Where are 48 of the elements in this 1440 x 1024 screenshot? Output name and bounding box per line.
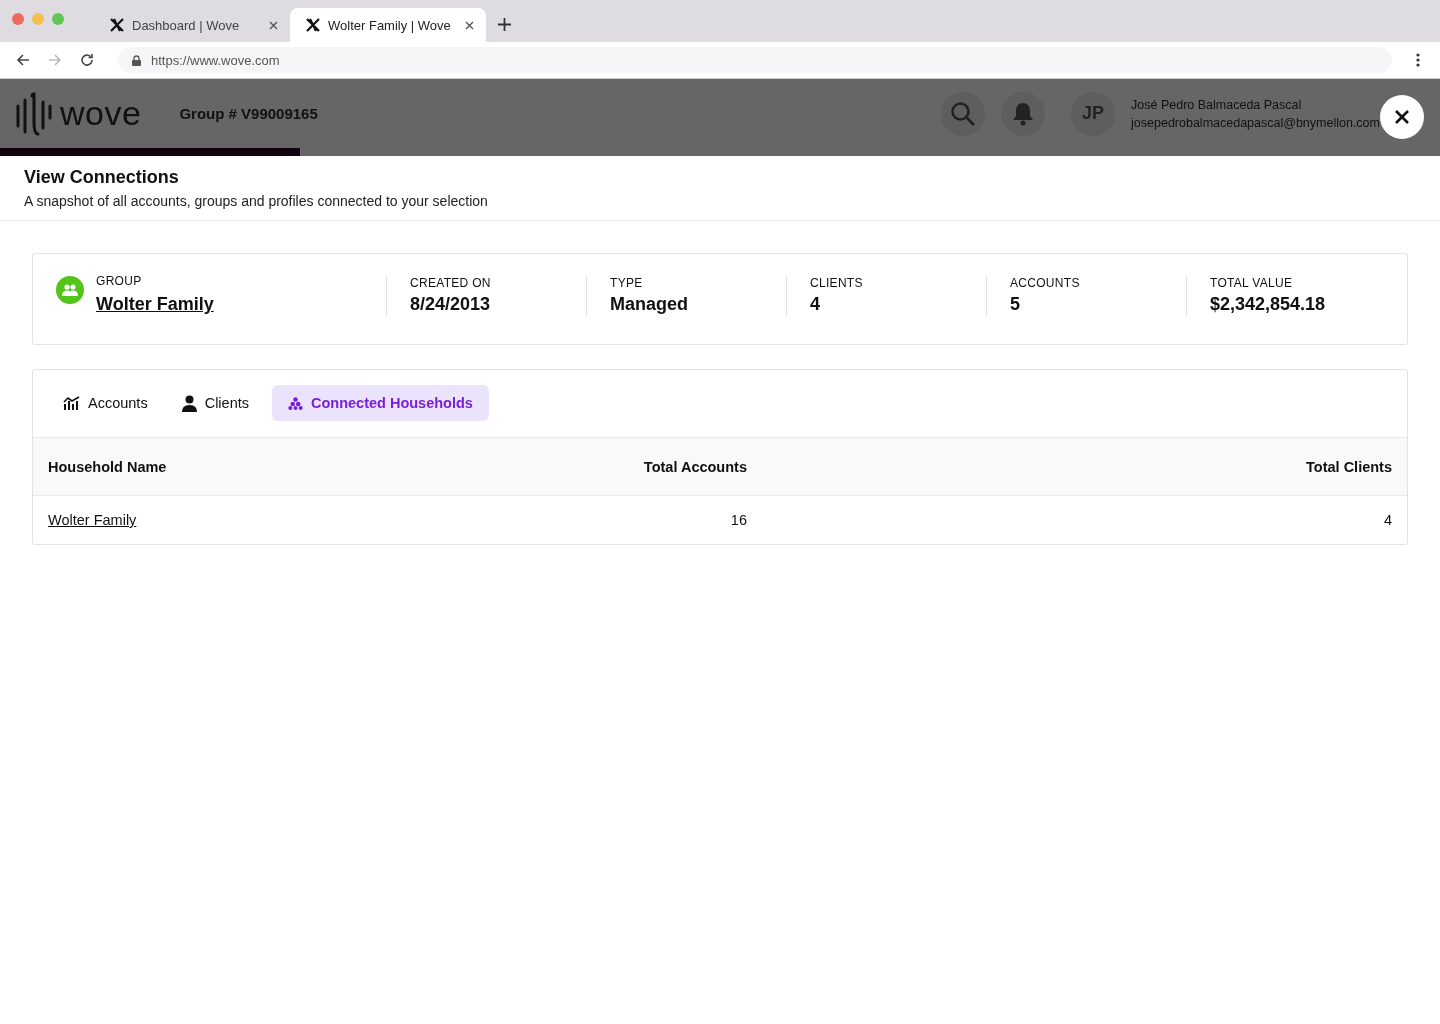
group-number: Group # V99009165 xyxy=(179,105,319,122)
tab[interactable]: Connected Households xyxy=(272,385,489,421)
table-cell: 16 xyxy=(271,495,1221,544)
user-email: josepedrobalmacedapascal@bnymellon.com xyxy=(1131,114,1380,132)
close-button[interactable] xyxy=(1380,95,1424,139)
lock-icon xyxy=(132,54,141,66)
more-options-icon[interactable] xyxy=(1416,53,1420,67)
bell-icon xyxy=(1012,101,1035,126)
column-header[interactable]: Total Clients xyxy=(1221,437,1407,496)
site-logo-icon xyxy=(110,18,124,32)
group-name-link[interactable]: Wolter Family xyxy=(96,294,214,315)
tab[interactable]: Accounts xyxy=(52,385,159,421)
modal-title: View Connections xyxy=(24,166,180,188)
stat-label: TOTAL VALUE xyxy=(1210,276,1294,290)
cluster-icon xyxy=(288,396,303,410)
stat-value: 8/24/2013 xyxy=(410,294,492,315)
stat-label: CLIENTS xyxy=(810,276,864,290)
stat-label: GROUP xyxy=(96,274,143,288)
close-icon[interactable] xyxy=(465,20,474,30)
tab[interactable]: Clients xyxy=(170,385,260,421)
stat-value: 5 xyxy=(1010,294,1021,315)
people-icon xyxy=(62,284,78,296)
logo-wave-icon xyxy=(16,91,52,136)
search-icon xyxy=(950,100,977,127)
stat-label: TYPE xyxy=(610,276,644,290)
reload-icon[interactable] xyxy=(80,53,94,67)
logo-text: wove xyxy=(60,94,142,133)
stat-label: ACCOUNTS xyxy=(1010,276,1081,290)
column-header[interactable]: Household Name xyxy=(33,437,272,496)
site-logo-icon xyxy=(306,18,320,32)
address-bar[interactable]: https://www.wove.com xyxy=(118,47,1392,73)
stat-value: 4 xyxy=(810,294,821,315)
browser-tab[interactable]: Dashboard | Wove xyxy=(94,8,290,42)
stat-label: CREATED ON xyxy=(410,276,492,290)
chart-icon xyxy=(63,396,80,410)
stat-value: $2,342,854.18 xyxy=(1210,294,1327,315)
person-icon xyxy=(181,394,197,412)
household-link[interactable]: Wolter Family xyxy=(48,512,137,528)
column-header[interactable]: Total Accounts xyxy=(271,437,1221,496)
browser-tab[interactable]: Wolter Family | Wove xyxy=(290,8,486,42)
user-name: José Pedro Balmaceda Pascal xyxy=(1131,96,1303,114)
stat-value: Managed xyxy=(610,294,689,315)
close-icon xyxy=(1395,110,1409,124)
modal-subtitle: A snapshot of all accounts, groups and profiles connected to your selection xyxy=(24,193,489,209)
back-arrow-icon[interactable] xyxy=(16,53,30,67)
close-icon[interactable] xyxy=(269,20,278,30)
table-cell: 4 xyxy=(1221,495,1407,544)
new-tab-icon[interactable] xyxy=(498,18,511,31)
